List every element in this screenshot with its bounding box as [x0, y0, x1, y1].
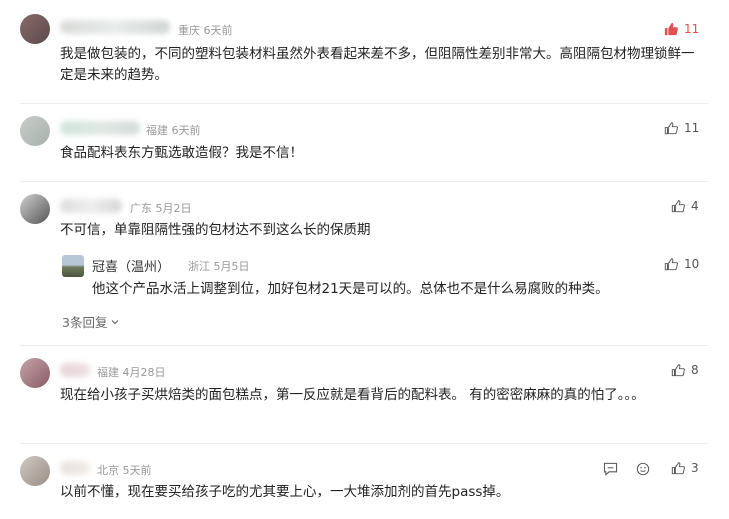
like-button[interactable]: 3 — [671, 461, 699, 475]
thumbs-up-icon — [671, 364, 685, 377]
like-count: 11 — [684, 121, 700, 135]
location-label: 浙江 — [188, 260, 210, 273]
thumbs-up-icon — [664, 122, 678, 135]
comment-text: 食品配料表东方甄选敢造假？我是不信！ — [60, 145, 303, 161]
comment-bubble-icon[interactable] — [603, 462, 618, 476]
comment-meta: 福建 6天前 — [146, 122, 201, 138]
reply-text: 他这个产品水活上调整到位，加好包材21天是可以的。总体也不是什么易腐败的种类。 — [92, 281, 609, 297]
timestamp: 6天前 — [203, 24, 233, 37]
timestamp: 5月2日 — [155, 202, 192, 215]
divider — [20, 181, 709, 182]
comment-text: 我是做包装的，不同的塑料包装材料虽然外表看起来差不多，但阻隔性差别非常大。高阻隔… — [60, 46, 695, 83]
blurred-username — [60, 20, 170, 34]
more-replies-toggle[interactable]: 3条回复 — [62, 312, 120, 331]
divider — [20, 443, 709, 444]
timestamp: 4月28日 — [122, 366, 166, 379]
avatar[interactable] — [20, 194, 50, 224]
chevron-down-icon — [112, 319, 119, 324]
location-label: 福建 — [97, 366, 119, 379]
blurred-username — [60, 199, 122, 213]
thumbs-up-icon — [671, 200, 685, 213]
blurred-username — [60, 363, 90, 377]
comment-meta: 重庆 6天前 — [178, 22, 233, 38]
reply-meta: 浙江 5月5日 — [188, 258, 250, 274]
like-count: 4 — [691, 199, 699, 213]
blurred-username — [60, 121, 140, 135]
divider — [20, 345, 709, 346]
like-count: 10 — [684, 257, 700, 271]
comment-meta: 福建 4月28日 — [97, 364, 166, 380]
timestamp: 5天前 — [122, 464, 152, 477]
like-count: 3 — [691, 461, 699, 475]
reply-avatar[interactable] — [62, 255, 84, 277]
location-label: 北京 — [97, 464, 119, 477]
thumbs-up-icon — [664, 22, 678, 36]
like-button[interactable]: 11 — [664, 22, 699, 36]
more-replies-label: 3条回复 — [62, 315, 108, 330]
divider — [20, 103, 709, 104]
reply-username[interactable]: 冠喜（温州） — [92, 256, 170, 275]
like-count: 8 — [691, 363, 699, 377]
emoji-icon[interactable] — [636, 462, 650, 476]
thumbs-up-icon — [664, 258, 678, 271]
like-button[interactable]: 11 — [664, 121, 699, 135]
like-count: 11 — [684, 22, 700, 36]
like-button[interactable]: 4 — [671, 199, 699, 213]
location-label: 重庆 — [178, 24, 200, 37]
reply-like-button[interactable]: 10 — [664, 257, 699, 271]
comment-text: 以前不懂，现在要买给孩子吃的尤其要上心，一大堆添加剂的首先pass掉。 — [60, 484, 510, 500]
timestamp: 6天前 — [171, 124, 201, 137]
comment-text: 不可信，单靠阻隔性强的包材达不到这么长的保质期 — [60, 222, 371, 238]
location-label: 广东 — [130, 202, 152, 215]
thumbs-up-icon — [671, 462, 685, 475]
comment-meta: 北京 5天前 — [97, 462, 152, 478]
avatar[interactable] — [20, 14, 50, 44]
timestamp: 5月5日 — [213, 260, 250, 273]
blurred-username — [60, 461, 90, 475]
comment-text: 现在给小孩子买烘焙类的面包糕点，第一反应就是看背后的配料表。 有的密密麻麻的真的… — [60, 387, 645, 403]
location-label: 福建 — [146, 124, 168, 137]
comment-meta: 广东 5月2日 — [130, 200, 192, 216]
like-button[interactable]: 8 — [671, 363, 699, 377]
avatar[interactable] — [20, 456, 50, 486]
avatar[interactable] — [20, 116, 50, 146]
avatar[interactable] — [20, 358, 50, 388]
